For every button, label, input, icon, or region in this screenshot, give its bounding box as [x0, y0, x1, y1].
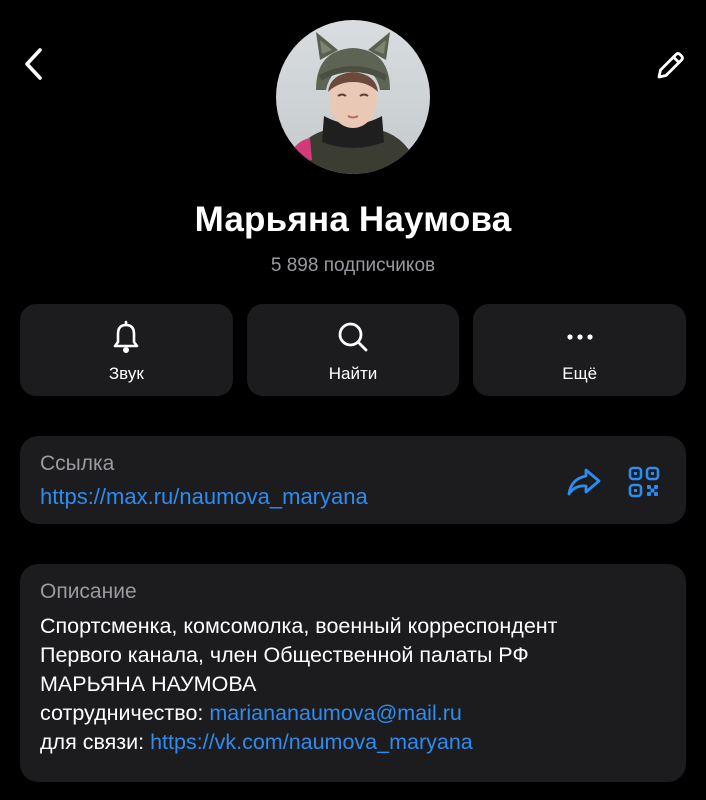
subscriber-count: 5 898 подписчиков	[270, 255, 436, 276]
share-button[interactable]	[564, 462, 604, 502]
more-dots-icon	[567, 334, 593, 340]
profile-name: Марьяна Наумова	[194, 200, 512, 239]
contact-label: для связи:	[40, 730, 151, 754]
description-line: МАРЬЯНА НАУМОВА	[40, 672, 257, 696]
search-button[interactable]: Найти	[246, 304, 460, 396]
chevron-left-icon	[25, 48, 42, 80]
more-label: Ещё	[562, 364, 598, 383]
sound-button[interactable]: Звук	[20, 304, 233, 396]
action-bar: Звук Найти Ещё	[20, 304, 687, 396]
description-line: Спортсменка, комсомолка, военный корресп…	[40, 614, 558, 638]
contact-line: для связи: https://vk.com/naumova_maryan…	[40, 728, 666, 757]
description-body: Спортсменка, комсомолка, военный корресп…	[40, 612, 666, 757]
back-button[interactable]	[14, 42, 54, 86]
cooperation-line: сотрудничество: mariananaumova@mail.ru	[40, 699, 666, 728]
sound-label: Звук	[108, 364, 144, 383]
link-card: Ссылка https://max.ru/naumova_maryana	[20, 436, 686, 524]
edit-button[interactable]	[648, 44, 692, 88]
description-line: Первого канала, член Общественной палаты…	[40, 643, 529, 667]
channel-profile-screen: Марьяна Наумова 5 898 подписчиков Звук Н…	[0, 0, 706, 800]
cooperation-email-link[interactable]: mariananaumova@mail.ru	[209, 701, 461, 725]
avatar-photo	[276, 20, 430, 174]
more-button[interactable]: Ещё	[473, 304, 687, 396]
search-icon	[338, 322, 368, 352]
qr-code-icon	[628, 466, 660, 498]
contact-vk-link[interactable]: https://vk.com/naumova_maryana	[150, 730, 473, 754]
qr-code-button[interactable]	[624, 462, 664, 502]
bell-icon	[114, 320, 139, 353]
avatar[interactable]	[276, 20, 430, 174]
description-title: Описание	[40, 580, 137, 603]
share-arrow-icon	[567, 468, 601, 496]
search-label: Найти	[328, 364, 378, 383]
link-title: Ссылка	[40, 452, 115, 475]
description-card: Описание Спортсменка, комсомолка, военны…	[20, 564, 686, 782]
pencil-icon	[657, 52, 684, 79]
channel-link[interactable]: https://max.ru/naumova_maryana	[40, 484, 368, 510]
cooperation-label: сотрудничество:	[40, 701, 210, 725]
